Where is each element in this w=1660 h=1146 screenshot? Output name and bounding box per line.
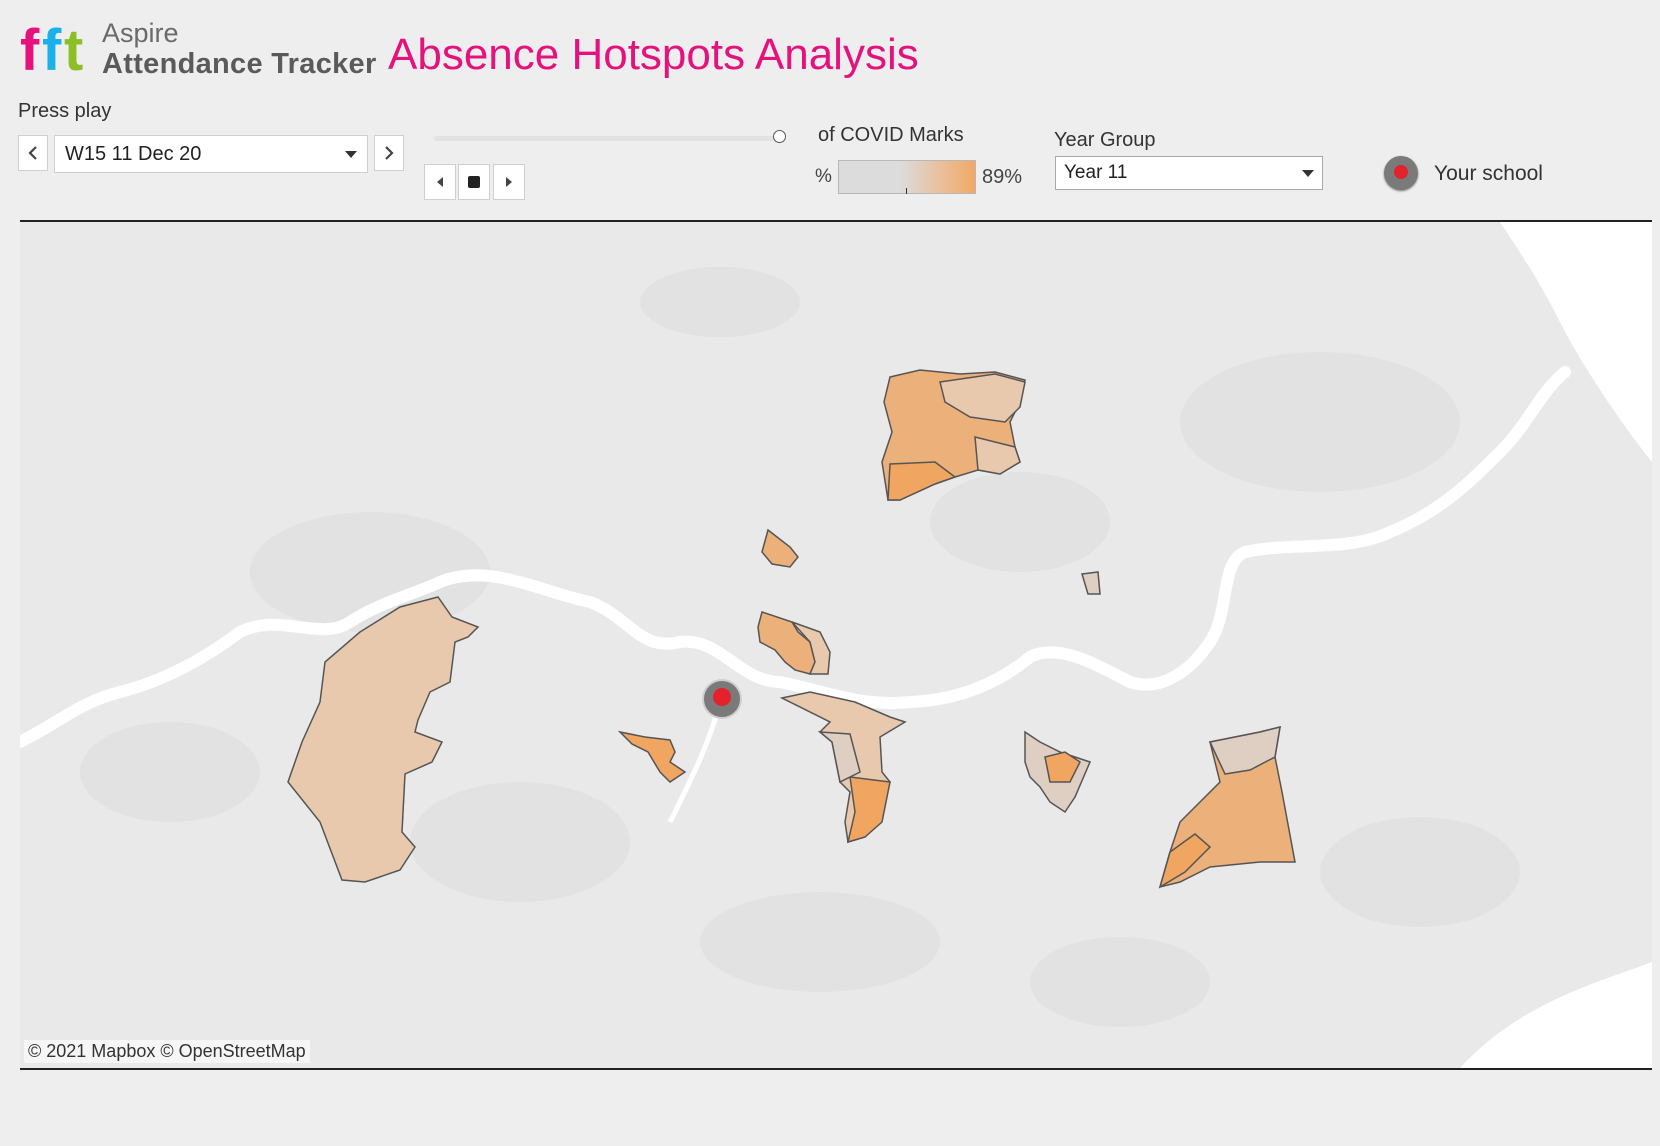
river-tributary (667, 701, 723, 824)
week-dropdown[interactable]: W15 11 Dec 20 (54, 135, 368, 173)
legend-tick (906, 188, 907, 194)
year-group-label: Year Group (1054, 129, 1156, 151)
step-back-icon (437, 177, 443, 187)
svg-text:t: t (64, 18, 83, 78)
page-title: Absence Hotspots Analysis (388, 30, 919, 79)
hotspot-region[interactable] (757, 611, 816, 675)
step-forward-button[interactable] (493, 164, 525, 200)
step-forward-icon (506, 177, 512, 187)
map-canvas[interactable] (20, 222, 1652, 1068)
school-legend-label: Your school (1434, 162, 1543, 185)
svg-text:f: f (20, 18, 40, 78)
year-group-value: Year 11 (1064, 162, 1128, 183)
legend-min-label: % (815, 166, 832, 187)
next-week-button[interactable] (374, 135, 404, 171)
timeline-slider-thumb[interactable] (773, 130, 786, 143)
school-marker-icon (1384, 156, 1418, 190)
chevron-left-icon (28, 146, 37, 160)
step-back-button[interactable] (424, 164, 456, 200)
fft-logo-icon: f f t (20, 18, 83, 78)
hotspot-region[interactable] (761, 528, 799, 568)
timeline-slider[interactable] (434, 136, 779, 141)
caret-down-icon (1302, 169, 1314, 177)
brand-name: Aspire (102, 18, 179, 48)
stop-icon (468, 176, 480, 188)
chevron-right-icon (385, 146, 394, 160)
hotspot-region[interactable] (846, 776, 891, 844)
stop-button[interactable] (458, 164, 490, 200)
school-location-marker[interactable] (702, 679, 742, 719)
hotspot-region[interactable] (1081, 571, 1101, 595)
svg-text:f: f (42, 18, 62, 78)
legend-color-ramp (838, 160, 976, 194)
product-name: Attendance Tracker (102, 48, 377, 80)
year-group-dropdown[interactable]: Year 11 (1055, 156, 1323, 190)
press-play-label: Press play (18, 100, 112, 122)
legend-title: of COVID Marks (818, 124, 964, 146)
caret-down-icon (345, 150, 357, 158)
map-attribution[interactable]: © 2021 Mapbox © OpenStreetMap (24, 1040, 310, 1063)
week-dropdown-value: W15 11 Dec 20 (65, 142, 202, 165)
map-view[interactable] (20, 220, 1652, 1070)
legend-max-label: 89% (982, 166, 1023, 188)
previous-week-button[interactable] (18, 135, 48, 171)
hotspot-region[interactable] (617, 730, 687, 783)
brand-logo: f f t Aspire Attendance Tracker (20, 14, 380, 84)
sea-area-south (1460, 962, 1652, 1068)
